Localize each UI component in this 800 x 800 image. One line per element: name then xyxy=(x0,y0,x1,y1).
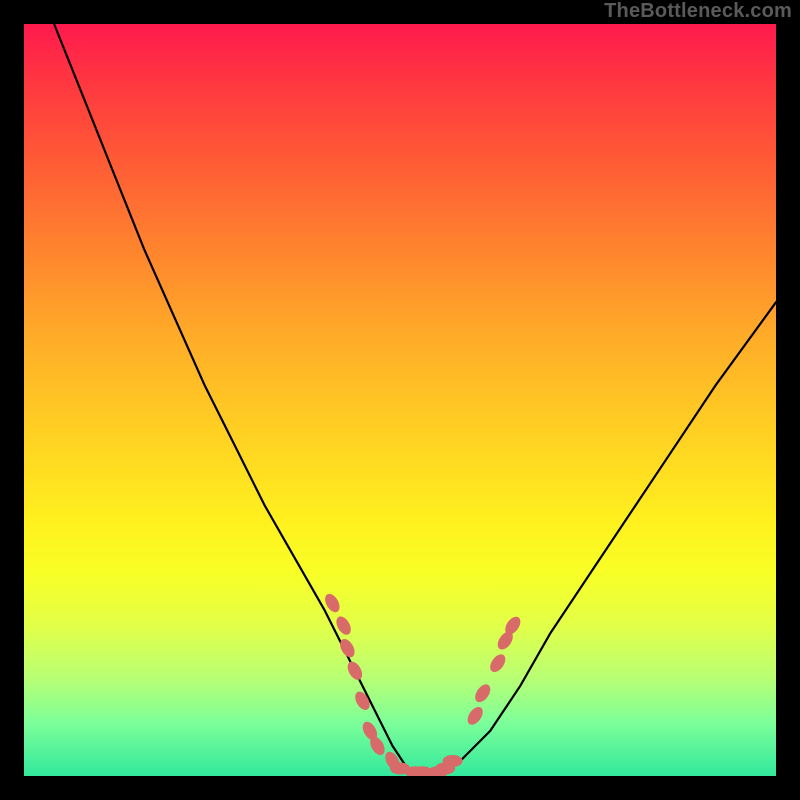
curve-line xyxy=(54,24,776,776)
chart-frame xyxy=(24,24,776,776)
marker xyxy=(472,682,493,705)
watermark-text: TheBottleneck.com xyxy=(604,0,792,23)
marker xyxy=(487,652,508,675)
chart-svg xyxy=(24,24,776,776)
marker xyxy=(443,755,463,767)
series-group xyxy=(54,24,776,776)
marker xyxy=(345,659,365,682)
marker xyxy=(465,704,486,727)
